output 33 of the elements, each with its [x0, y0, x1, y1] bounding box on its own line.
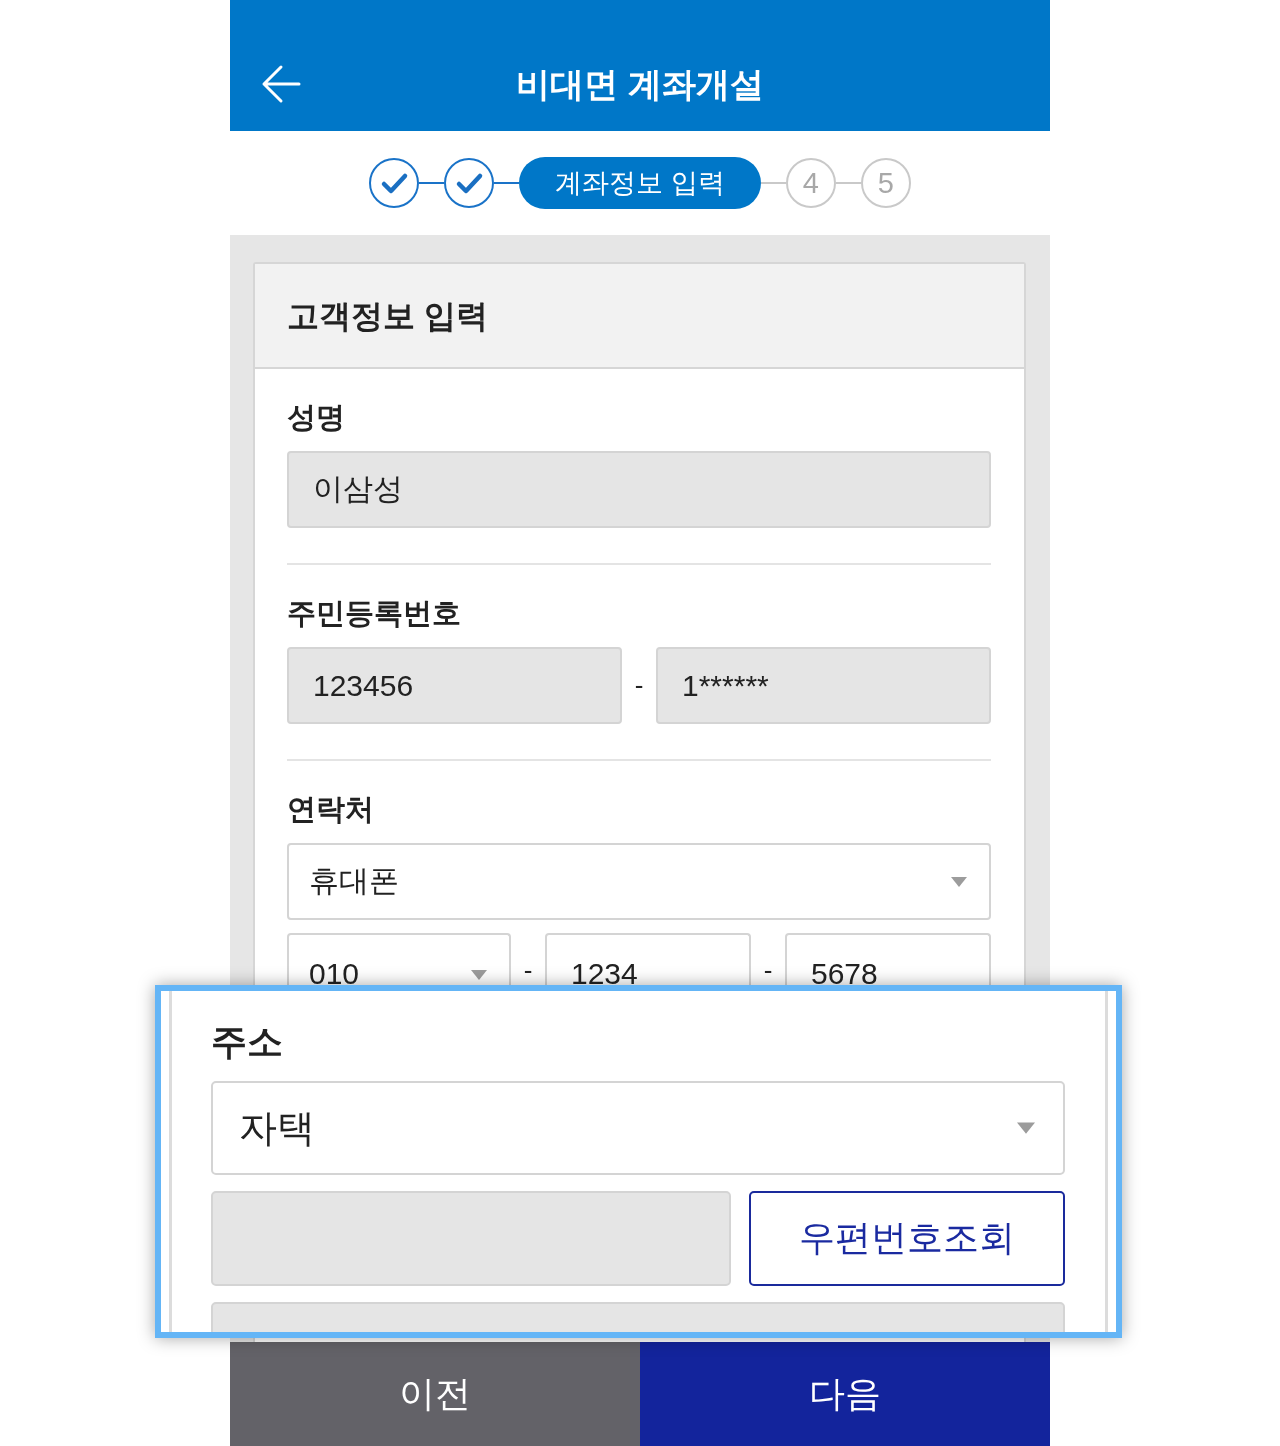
caret-icon: [471, 970, 487, 980]
field-label: 성명: [287, 400, 346, 435]
caret-icon: [951, 876, 967, 887]
current-step-pill: 계좌정보 입력: [519, 157, 761, 209]
input-field[interactable]: 1234: [545, 933, 751, 985]
step-number: 4: [785, 158, 836, 208]
input-field: 1******: [656, 647, 991, 724]
back-arrow-icon[interactable]: [261, 64, 301, 104]
lookup-button[interactable]: 우편번호조회: [749, 1191, 1065, 1286]
check-circle-icon: [369, 158, 420, 208]
next-button[interactable]: 다음: [640, 1342, 1050, 1446]
check-circle-icon: [444, 158, 495, 208]
header-title: 비대면 계좌개설: [516, 64, 764, 105]
input-field: 123456: [287, 647, 622, 724]
step-connector-line: [494, 182, 520, 184]
step-number: 5: [860, 158, 911, 208]
dropdown-select[interactable]: 휴대폰: [287, 843, 991, 920]
dash-text: -: [633, 670, 645, 701]
dash-text: -: [762, 955, 774, 985]
field-label: 연락처: [287, 792, 375, 827]
step-connector-line: [419, 182, 445, 184]
step-connector-line: [760, 182, 786, 184]
input-field[interactable]: 5678: [785, 933, 991, 985]
dash-text: -: [522, 955, 534, 985]
field-label: 주소: [211, 1020, 284, 1064]
field-label: 주민등록번호: [287, 596, 462, 631]
dropdown-select[interactable]: 010: [287, 933, 511, 985]
dropdown-select[interactable]: 자택: [211, 1081, 1065, 1175]
step-connector-line: [835, 182, 861, 184]
previous-button[interactable]: 이전: [230, 1342, 640, 1446]
card-title: 고객정보 입력: [287, 296, 488, 336]
input-field: 이삼성: [287, 451, 991, 528]
caret-icon: [1017, 1122, 1035, 1134]
